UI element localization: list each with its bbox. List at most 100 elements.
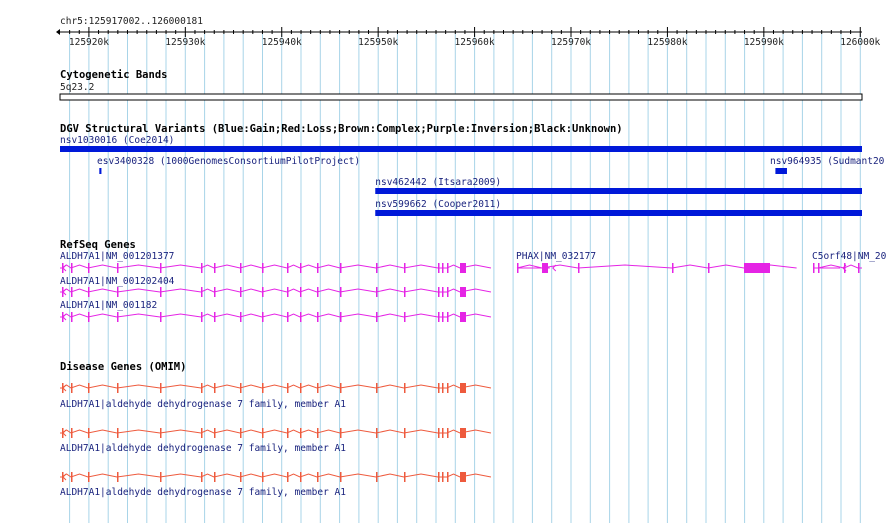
genome-browser-view: chr5:125917002..126000181 125920k 125930k… bbox=[0, 0, 890, 523]
refseq-gene-label: ALDH7A1|NM_001202404 bbox=[60, 276, 175, 287]
refseq-gene-label: PHAX|NM_032177 bbox=[516, 251, 596, 262]
refseq-gene[interactable]: ALDH7A1|NM_001182 bbox=[60, 300, 492, 322]
gene-exon bbox=[262, 287, 264, 297]
gene-exon bbox=[88, 287, 90, 297]
dgv-variant-bar[interactable] bbox=[99, 168, 102, 174]
gene-intron-line bbox=[60, 313, 492, 318]
gene-model[interactable] bbox=[60, 312, 492, 322]
ruler-tick-label: 125940k bbox=[262, 37, 302, 48]
gene-model[interactable] bbox=[60, 287, 492, 297]
gene-model[interactable] bbox=[60, 472, 492, 482]
gene-exon bbox=[340, 472, 342, 482]
gene-exon bbox=[517, 263, 519, 273]
gene-exon bbox=[460, 472, 466, 482]
dgv-variant-bar[interactable] bbox=[775, 168, 787, 174]
gene-exon bbox=[438, 383, 440, 393]
gene-exon bbox=[88, 472, 90, 482]
gene-model[interactable] bbox=[60, 383, 492, 393]
gene-exon bbox=[317, 472, 319, 482]
gene-exon bbox=[317, 428, 319, 438]
dgv-variant-bar[interactable] bbox=[375, 210, 862, 216]
region-label: chr5:125917002..126000181 bbox=[60, 16, 203, 27]
gene-exon bbox=[117, 263, 119, 273]
gene-exon bbox=[404, 287, 406, 297]
gene-exon bbox=[460, 312, 466, 322]
gene-exon bbox=[404, 472, 406, 482]
gene-model[interactable] bbox=[813, 263, 862, 273]
gene-exon bbox=[442, 287, 444, 297]
refseq-gene[interactable]: PHAX|NM_032177 bbox=[516, 251, 797, 273]
gene-exon bbox=[340, 383, 342, 393]
gene-exon bbox=[708, 263, 710, 273]
gene-exon bbox=[447, 428, 449, 438]
gene-exon bbox=[376, 312, 378, 322]
dgv-variant-bar[interactable] bbox=[60, 146, 862, 152]
gene-exon bbox=[300, 428, 302, 438]
gene-exon bbox=[160, 428, 162, 438]
cytoband-label: 5q23.2 bbox=[60, 82, 94, 93]
gene-model[interactable] bbox=[60, 428, 492, 438]
gene-model[interactable] bbox=[516, 263, 797, 273]
cytoband-ideogram[interactable] bbox=[59, 93, 863, 101]
gene-exon bbox=[460, 428, 466, 438]
omim-gene[interactable]: ALDH7A1|aldehyde dehydrogenase 7 family,… bbox=[60, 428, 492, 454]
dgv-variant[interactable]: nsv462442 (Itsara2009) bbox=[375, 177, 862, 194]
gene-exon bbox=[447, 263, 449, 273]
dgv-variant-bar[interactable] bbox=[375, 188, 862, 194]
dgv-variant[interactable]: nsv964935 (Sudmant20 bbox=[770, 156, 885, 174]
gene-exon bbox=[438, 472, 440, 482]
ruler-tick-label: 126000k bbox=[840, 37, 880, 48]
gene-exon bbox=[376, 287, 378, 297]
gene-exon bbox=[340, 312, 342, 322]
gene-exon bbox=[844, 263, 846, 273]
gene-exon bbox=[71, 383, 73, 393]
gene-exon bbox=[201, 472, 203, 482]
gene-exon bbox=[262, 472, 264, 482]
genome-browser-canvas[interactable]: chr5:125917002..126000181 125920k 125930k… bbox=[0, 0, 890, 523]
gene-exon bbox=[201, 312, 203, 322]
refseq-gene[interactable]: ALDH7A1|NM_001201377 bbox=[60, 251, 492, 273]
gene-exon bbox=[71, 472, 73, 482]
gene-model[interactable] bbox=[60, 263, 492, 273]
ruler-tick-label: 125960k bbox=[455, 37, 495, 48]
refseq-gene[interactable]: ALDH7A1|NM_001202404 bbox=[60, 276, 492, 297]
omim-gene-label: ALDH7A1|aldehyde dehydrogenase 7 family,… bbox=[60, 399, 346, 410]
omim-gene[interactable]: ALDH7A1|aldehyde dehydrogenase 7 family,… bbox=[60, 472, 492, 498]
gene-exon bbox=[117, 472, 119, 482]
track-dgv-structural-variants[interactable]: DGV Structural Variants (Blue:Gain;Red:L… bbox=[60, 123, 885, 216]
gene-exon bbox=[214, 312, 216, 322]
gene-exon bbox=[442, 428, 444, 438]
dgv-variant[interactable]: nsv1030016 (Coe2014) bbox=[60, 135, 862, 152]
gene-exon bbox=[88, 383, 90, 393]
gene-exon bbox=[300, 263, 302, 273]
dgv-features[interactable]: nsv1030016 (Coe2014) esv3400328 (1000Geno… bbox=[60, 135, 885, 216]
omim-features[interactable]: ALDH7A1|aldehyde dehydrogenase 7 family,… bbox=[60, 383, 492, 498]
track-disease-genes-omim[interactable]: Disease Genes (OMIM) ALDH7A1|aldehyde de… bbox=[60, 361, 492, 498]
ruler-tick-label: 125930k bbox=[165, 37, 205, 48]
track-title-refseq: RefSeq Genes bbox=[60, 239, 136, 251]
gene-intron-line bbox=[60, 429, 492, 434]
refseq-gene[interactable]: C5orf48|NM_20 bbox=[812, 251, 887, 273]
gene-exon bbox=[578, 263, 580, 273]
gene-exon bbox=[160, 312, 162, 322]
gene-exon bbox=[214, 263, 216, 273]
gene-exon bbox=[201, 383, 203, 393]
ruler-tick-label: 125990k bbox=[744, 37, 784, 48]
gene-exon bbox=[201, 263, 203, 273]
dgv-variant[interactable]: nsv599662 (Cooper2011) bbox=[375, 199, 862, 216]
track-refseq-genes[interactable]: RefSeq Genes ALDH7A1|NM_001201377ALDH7A1… bbox=[60, 239, 887, 322]
gene-exon bbox=[117, 287, 119, 297]
track-cytogenetic-bands[interactable]: Cytogenetic Bands 5q23.2 bbox=[59, 69, 863, 101]
gene-intron-line bbox=[60, 288, 492, 293]
position-ruler[interactable]: chr5:125917002..126000181 125920k 125930k… bbox=[56, 16, 881, 48]
gene-exon bbox=[858, 263, 860, 273]
omim-gene[interactable]: ALDH7A1|aldehyde dehydrogenase 7 family,… bbox=[60, 383, 492, 410]
gene-exon bbox=[404, 263, 406, 273]
gene-exon bbox=[438, 287, 440, 297]
dgv-variant-label: nsv599662 (Cooper2011) bbox=[375, 199, 501, 210]
gene-exon bbox=[447, 472, 449, 482]
gene-exon bbox=[240, 383, 242, 393]
gene-exon bbox=[447, 312, 449, 322]
refseq-features[interactable]: ALDH7A1|NM_001201377 ALDH7A1|NM_001202404… bbox=[60, 251, 887, 322]
refseq-gene-label: ALDH7A1|NM_001201377 bbox=[60, 251, 174, 262]
